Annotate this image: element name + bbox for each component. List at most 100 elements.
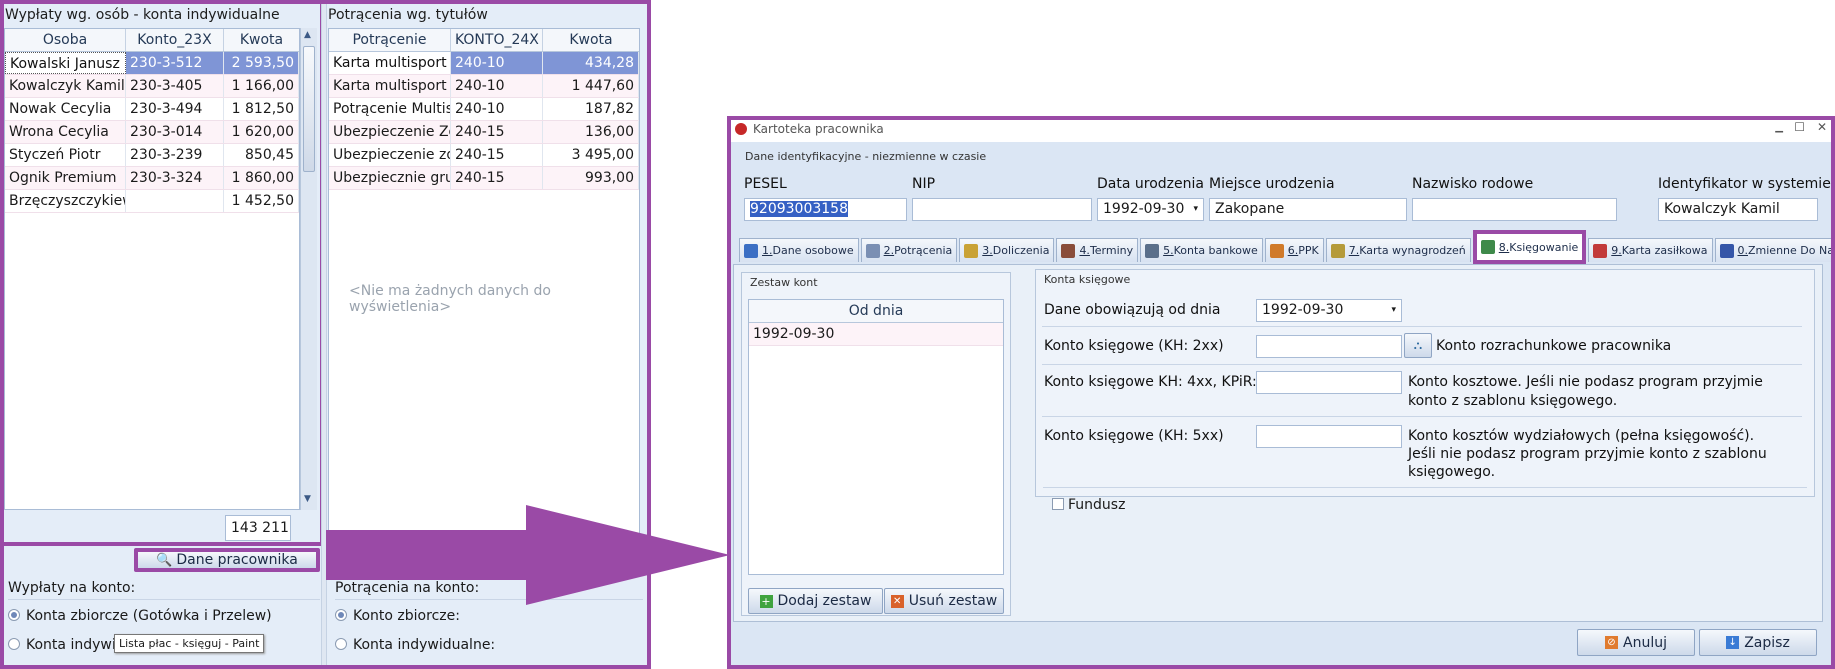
table-row[interactable]: Styczeń Piotr 230-3-239 850,45	[5, 144, 299, 167]
table-row[interactable]: Ognik Premium 230-3-324 1 860,00	[5, 167, 299, 190]
table-row[interactable]: Kowalski Janusz 230-3-512 2 593,50	[5, 52, 299, 75]
scroll-thumb[interactable]	[303, 46, 315, 172]
tab-4[interactable]: 4. Terminy	[1056, 238, 1139, 262]
scroll-up-icon[interactable]: ▲	[304, 30, 311, 40]
add-set-button[interactable]: + Dodaj zestaw	[748, 588, 883, 614]
chevron-down-icon[interactable]: ▾	[1391, 305, 1396, 315]
fund-row[interactable]: Fundusz	[1052, 497, 1125, 513]
payouts-scrollbar[interactable]: ▲ ▼	[300, 28, 317, 510]
search-icon: 🔍	[156, 552, 173, 568]
kh2-lookup-button[interactable]: ⛬	[1404, 333, 1432, 358]
column-header-od-dnia[interactable]: Od dnia	[749, 300, 1003, 322]
account-cell: 240-10	[451, 98, 543, 120]
column-header-kwota[interactable]: Kwota	[543, 29, 639, 51]
valid-from-field[interactable]: 1992-09-30 ▾	[1256, 299, 1402, 322]
tab-icon	[1061, 243, 1076, 258]
nip-field[interactable]	[912, 198, 1092, 221]
system-id-field[interactable]: Kowalczyk Kamil	[1658, 198, 1818, 221]
tab-label: Konta bankowe	[1173, 244, 1258, 257]
table-row[interactable]: Karta multisport n 240-10 1 447,60	[329, 75, 639, 98]
payouts-rows: Kowalski Janusz 230-3-512 2 593,50 Kowalczy…	[5, 52, 299, 213]
table-row[interactable]: Wrona Cecylia 230-3-014 1 620,00	[5, 121, 299, 144]
person-cell: Kowalski Janusz	[5, 52, 126, 74]
radio-collective[interactable]	[8, 609, 20, 621]
cancel-icon: ⊘	[1605, 636, 1618, 649]
fund-checkbox-box[interactable]	[1052, 498, 1064, 510]
table-row[interactable]: Karta multisport 240-10 434,28	[329, 52, 639, 75]
table-row[interactable]: Brzęczyszczykiewic 1 452,50	[5, 190, 299, 213]
payout-option-collective[interactable]: Konta zbiorcze (Gotówka i Przelew)	[8, 608, 272, 624]
payouts-title: Wypłaty wg. osób - konta indywidualne	[5, 7, 280, 23]
column-header-konto[interactable]: Konto_23X	[126, 29, 224, 51]
column-header-konto24[interactable]: KONTO_24X	[451, 29, 543, 51]
pesel-field[interactable]: 92093003158	[744, 198, 907, 221]
cancel-button[interactable]: ⊘ Anuluj	[1577, 629, 1695, 656]
maiden-field[interactable]	[1412, 198, 1617, 221]
table-row[interactable]: Kowalczyk Kamil 230-3-405 1 166,00	[5, 75, 299, 98]
tab-7[interactable]: 7. Karta wynagrodzeń	[1325, 238, 1471, 262]
column-header-osoba[interactable]: Osoba	[5, 29, 126, 51]
deduction-option-individual[interactable]: Konta indywidualne:	[335, 637, 495, 653]
tab-2[interactable]: 2. Potrącenia	[860, 238, 958, 262]
radio-deduction-collective[interactable]	[335, 609, 347, 621]
deductions-grid-header: Potrącenie KONTO_24X Kwota	[329, 29, 639, 52]
app-icon	[735, 123, 747, 135]
tab-8[interactable]: 8. Księgowanie	[1472, 230, 1587, 264]
pob-field[interactable]: Zakopane	[1209, 198, 1407, 221]
save-button[interactable]: ↓ Zapisz	[1699, 629, 1817, 656]
deduction-option-collective[interactable]: Konto zbiorcze:	[335, 608, 460, 624]
column-header-kwota[interactable]: Kwota	[224, 29, 299, 51]
tab-number: 5.	[1163, 244, 1174, 257]
window-titlebar[interactable]: Kartoteka pracownika ▁ ☐ ✕	[727, 116, 1835, 142]
tab-label: Potrącenia	[894, 244, 953, 257]
deduction-cell: Karta multisport	[329, 52, 451, 74]
tab-number: 3.	[982, 244, 993, 257]
radio-individual[interactable]	[8, 638, 20, 650]
delete-icon: ✕	[890, 594, 904, 608]
account-cell	[126, 190, 224, 212]
account-set-date: 1992-09-30	[753, 326, 835, 342]
chevron-down-icon[interactable]: ▾	[1193, 204, 1198, 214]
account-cell: 230-3-512	[126, 52, 224, 74]
account-cell: 240-10	[451, 52, 543, 74]
amount-cell: 850,45	[224, 144, 299, 166]
dob-label: Data urodzenia	[1097, 176, 1204, 192]
tab-10[interactable]: 0.Zmienne Do Naliczeń	[1714, 238, 1835, 262]
radio-deduction-individual[interactable]	[335, 638, 347, 650]
payout-option-individual[interactable]: Konta indywid	[8, 637, 125, 653]
column-header-potracenie[interactable]: Potrącenie	[329, 29, 451, 51]
tab-9[interactable]: 9. Karta zasiłkowa	[1588, 238, 1713, 262]
maximize-icon[interactable]: ☐	[1794, 120, 1805, 134]
id-section-title: Dane identyfikacyjne - niezmienne w czas…	[745, 150, 987, 163]
amount-cell: 434,28	[543, 52, 639, 74]
deductions-empty-message: <Nie ma żadnych danych do wyświetlenia>	[349, 283, 551, 315]
table-row[interactable]: Potrącenie Multisp 240-10 187,82	[329, 98, 639, 121]
scroll-down-icon[interactable]: ▼	[304, 494, 311, 504]
tab-label: Dane osobowe	[772, 244, 854, 257]
person-cell: Ognik Premium	[5, 167, 126, 189]
cancel-label: Anuluj	[1623, 634, 1667, 651]
table-row[interactable]: Ubezpiecznie grup 240-15 993,00	[329, 167, 639, 190]
tab-label: Księgowanie	[1509, 240, 1579, 254]
tab-6[interactable]: 6. PPK	[1264, 238, 1324, 262]
kh2-label: Konto księgowe (KH: 2xx)	[1044, 338, 1224, 354]
table-row[interactable]: Ubezpieczenie Zdr 240-15 136,00	[329, 121, 639, 144]
tab-1[interactable]: 1. Dane osobowe	[739, 238, 859, 262]
tab-3[interactable]: 3. Doliczenia	[959, 238, 1055, 262]
table-row[interactable]: 1992-09-30	[749, 323, 1003, 346]
table-row[interactable]: Nowak Cecylia 230-3-494 1 812,50	[5, 98, 299, 121]
tab-5[interactable]: 5. Konta bankowe	[1140, 238, 1263, 262]
tab-strip: 1. Dane osobowe 2. Potrącenia 3. Doliczeni…	[739, 230, 1835, 264]
kh2-field[interactable]	[1256, 335, 1402, 358]
account-cell: 230-3-405	[126, 75, 224, 97]
kh5-field[interactable]	[1256, 425, 1402, 448]
kh4-field[interactable]	[1256, 371, 1402, 394]
table-row[interactable]: Ubezpieczenie zdr 240-15 3 495,00	[329, 144, 639, 167]
dob-field[interactable]: 1992-09-30 ▾	[1097, 198, 1204, 221]
close-icon[interactable]: ✕	[1817, 120, 1827, 134]
valid-from-label: Dane obowiązują od dnia	[1044, 302, 1221, 318]
minimize-icon[interactable]: ▁	[1775, 122, 1783, 133]
remove-set-button[interactable]: ✕ Usuń zestaw	[884, 588, 1004, 614]
pob-label: Miejsce urodzenia	[1209, 176, 1335, 192]
employee-data-button[interactable]: 🔍 Dane pracownika	[134, 548, 320, 572]
